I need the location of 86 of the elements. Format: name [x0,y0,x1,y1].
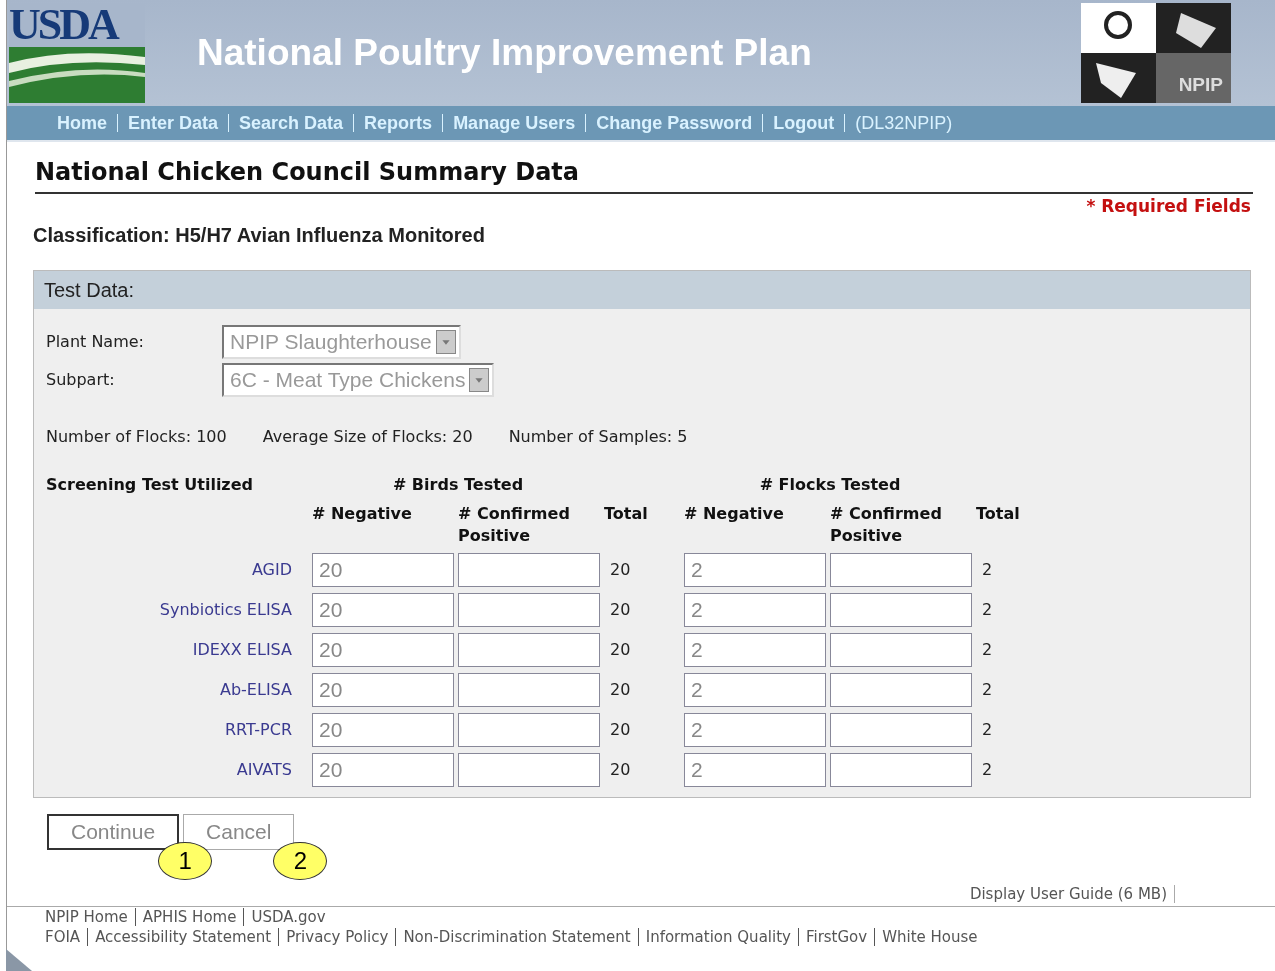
test-name[interactable]: AGID [46,557,312,582]
logo-text: USDA [9,3,145,47]
test-name[interactable]: RRT-PCR [46,717,312,742]
total-value: 20 [609,638,632,661]
site-title: National Poultry Improvement Plan [197,31,813,76]
column-header: Total [976,502,1021,525]
total-value: 2 [981,758,994,781]
input-field[interactable] [458,712,600,747]
column-header: # Negative [684,502,785,525]
footer-link[interactable]: Non-Discrimination Statement [395,927,638,946]
nav-link[interactable]: Manage Users [442,114,586,132]
footer-link[interactable]: NPIP Home [38,907,135,926]
input-field[interactable]: 2 [684,712,826,747]
test-name[interactable]: Synbiotics ELISA [46,597,312,622]
total-value: 2 [981,638,994,661]
user-guide-link[interactable]: Display User Guide (6 MB) [962,884,1175,903]
nav-link[interactable]: Logout [762,114,845,132]
group-header: # Flocks Tested [758,473,902,496]
user-id: (DL32NPIP) [844,114,953,132]
row-header: Screening Test Utilized [46,473,254,496]
total-value: 20 [609,718,632,741]
input-field[interactable] [458,672,600,707]
footer-link[interactable]: Information Quality [637,927,798,946]
total-value: 2 [981,598,994,621]
total-value: 2 [981,558,994,581]
input-field[interactable]: 20 [312,592,454,627]
footer-link[interactable]: Privacy Policy [278,927,396,946]
footer-link[interactable]: USDA.gov [243,907,333,926]
field-label: Subpart: [46,368,116,391]
input-field[interactable] [830,632,972,667]
total-value: 20 [609,598,632,621]
test-name[interactable]: AIVATS [46,757,312,782]
column-header: # Negative [312,502,413,525]
input-field[interactable] [458,632,600,667]
nav-link[interactable]: Change Password [585,114,763,132]
group-header: # Birds Tested [391,473,525,496]
input-field[interactable]: 20 [312,752,454,787]
input-field[interactable] [830,592,972,627]
form-button[interactable]: Continue [47,813,180,850]
nav-link[interactable]: Home [47,114,117,132]
input-field[interactable]: 20 [312,712,454,747]
field-label: Plant Name: [46,330,145,353]
input-field[interactable]: 2 [684,672,826,707]
input-field[interactable]: 2 [684,632,826,667]
nav-link[interactable]: Search Data [228,114,354,132]
footer-link[interactable]: FOIA [38,927,88,946]
corner-drawing [6,949,32,971]
input-field[interactable] [830,672,972,707]
nav-link[interactable]: Reports [353,114,443,132]
input-field[interactable]: 20 [312,552,454,587]
footer-link[interactable]: White House [874,927,985,946]
footer-link[interactable]: Accessibility Statement [87,927,279,946]
input-field[interactable] [830,552,972,587]
required-fields-note: * Required Fields [1086,196,1251,216]
panel-header: Test Data: [34,270,1250,309]
column-header: Total [604,502,649,525]
total-value: 20 [609,758,632,781]
callout-badge: 2 [273,841,328,880]
total-value: 20 [609,558,632,581]
page-title: National Chicken Council Summary Data [35,154,1253,194]
column-header: # Confirmed Positive [830,502,943,547]
input-field[interactable] [458,752,600,787]
classification-text: Classification: H5/H7 Avian Influenza Monitored [33,222,486,248]
nav-link[interactable]: Enter Data [117,114,229,132]
stat-text: Number of Samples: 5 [508,425,688,448]
footer-link[interactable]: APHIS Home [134,907,244,926]
test-name[interactable]: Ab-ELISA [46,677,312,702]
column-header: # Confirmed Positive [458,502,571,547]
input-field[interactable] [458,592,600,627]
footer-link[interactable]: FirstGov [797,927,875,946]
stat-text: Number of Flocks: 100 [46,425,227,448]
input-field[interactable]: 2 [684,752,826,787]
input-field[interactable]: 2 [684,552,826,587]
input-field[interactable]: 20 [312,672,454,707]
input-field[interactable] [458,552,600,587]
total-value: 20 [609,678,632,701]
test-name[interactable]: IDEXX ELISA [46,637,312,662]
total-value: 2 [981,718,994,741]
form-button[interactable]: Cancel [183,813,295,850]
logo-text: NPIP [1178,72,1223,97]
input-field[interactable]: 20 [312,632,454,667]
input-field[interactable] [830,712,972,747]
stat-text: Average Size of Flocks: 20 [262,425,473,448]
total-value: 2 [981,678,994,701]
input-field[interactable] [830,752,972,787]
input-field[interactable]: 2 [684,592,826,627]
